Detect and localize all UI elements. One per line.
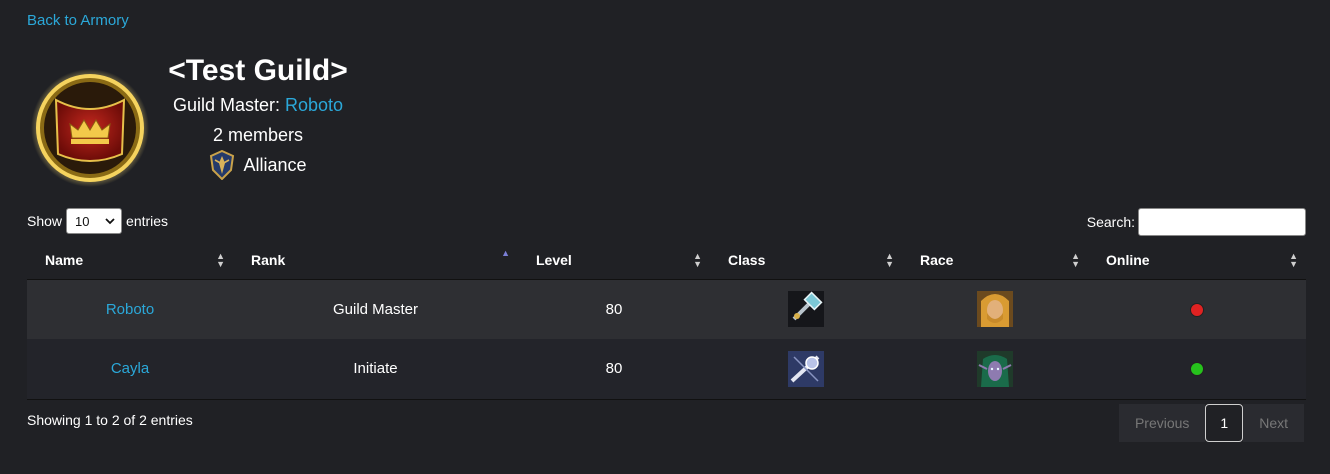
column-header-label: Online [1106, 251, 1150, 268]
search-control: Search: [1087, 208, 1306, 236]
cell-level: 80 [518, 279, 710, 339]
column-header-label: Name [45, 251, 84, 268]
pagination: Previous 1 Next [1118, 404, 1304, 442]
cell-level: 80 [518, 339, 710, 400]
column-header-class[interactable]: Class ▲ ▼ [710, 241, 902, 280]
faction-name: Alliance [243, 155, 307, 175]
priest-staff-icon [788, 350, 824, 387]
back-to-armory-link[interactable]: Back to Armory [27, 12, 129, 29]
paladin-hammer-icon [788, 291, 824, 328]
offline-status-icon [1190, 302, 1204, 317]
crown-banner-icon [31, 69, 149, 187]
character-link[interactable]: Cayla [111, 360, 149, 377]
guild-emblem [30, 68, 150, 188]
page-length-control: Show 10 entries [27, 208, 168, 234]
faction: Alliance [150, 150, 366, 180]
sort-icon: ▲ ▼ [1289, 251, 1298, 269]
column-header-label: Rank [251, 251, 286, 268]
page-1-button[interactable]: 1 [1205, 404, 1244, 442]
online-status-icon [1190, 362, 1204, 377]
guild-master-link[interactable]: Roboto [285, 95, 343, 115]
column-header-name[interactable]: Name ▲ ▼ [27, 241, 233, 280]
sort-icon: ▲ ▼ [216, 251, 225, 269]
member-count: 2 members [212, 125, 304, 145]
guild-master-label: Guild Master: [172, 95, 285, 115]
cell-name: Roboto [27, 279, 233, 339]
cell-online [1088, 279, 1306, 339]
column-header-level[interactable]: Level ▲ ▼ [518, 241, 710, 280]
chevron-down-icon [105, 218, 115, 225]
alliance-crest-icon [210, 150, 235, 180]
next-button[interactable]: Next [1243, 404, 1304, 442]
column-header-label: Level [536, 251, 572, 268]
guild-roster-table: Name ▲ ▼ Rank ▲ Level ▲ ▼ Class ▲ ▼ Race ▲ ▼ Onli… [27, 241, 1306, 400]
guild-name: <Test Guild> [168, 54, 348, 87]
guild-master-line: Guild Master: Roboto [150, 90, 366, 120]
cell-race [902, 279, 1088, 339]
column-header-race[interactable]: Race ▲ ▼ [902, 241, 1088, 280]
night-elf-female-icon [977, 350, 1013, 387]
guild-info: <Test Guild> Guild Master: Roboto 2 memb… [150, 52, 366, 180]
search-input[interactable] [1138, 208, 1306, 236]
search-label: Search: [1086, 214, 1135, 230]
sort-icon: ▲ ▼ [885, 251, 894, 269]
character-link[interactable]: Roboto [106, 301, 154, 318]
entries-label: entries [126, 213, 169, 229]
table-header-row: Name ▲ ▼ Rank ▲ Level ▲ ▼ Class ▲ ▼ Race ▲ ▼ Onli… [27, 241, 1306, 280]
column-header-label: Race [920, 251, 954, 268]
previous-button[interactable]: Previous [1118, 404, 1206, 442]
table-row: Cayla Initiate 80 [27, 339, 1306, 400]
sort-icon: ▲ ▼ [1071, 251, 1080, 269]
column-header-label: Class [728, 251, 766, 268]
cell-rank: Initiate [233, 339, 518, 400]
show-label: Show [27, 213, 63, 229]
sort-ascending-icon: ▲ [501, 248, 510, 258]
cell-race [902, 339, 1088, 400]
column-header-rank[interactable]: Rank ▲ [233, 241, 518, 280]
human-male-icon [977, 291, 1013, 328]
sort-icon: ▲ ▼ [693, 251, 702, 269]
cell-online [1088, 339, 1306, 400]
table-info: Showing 1 to 2 of 2 entries [27, 412, 193, 428]
cell-name: Cayla [27, 339, 233, 400]
cell-rank: Guild Master [233, 279, 518, 339]
page-length-value: 10 [75, 213, 90, 229]
column-header-online[interactable]: Online ▲ ▼ [1088, 241, 1306, 280]
cell-class [710, 279, 902, 339]
cell-class [710, 339, 902, 400]
page-length-select[interactable]: 10 [66, 208, 123, 234]
table-row: Roboto Guild Master 80 [27, 279, 1306, 339]
